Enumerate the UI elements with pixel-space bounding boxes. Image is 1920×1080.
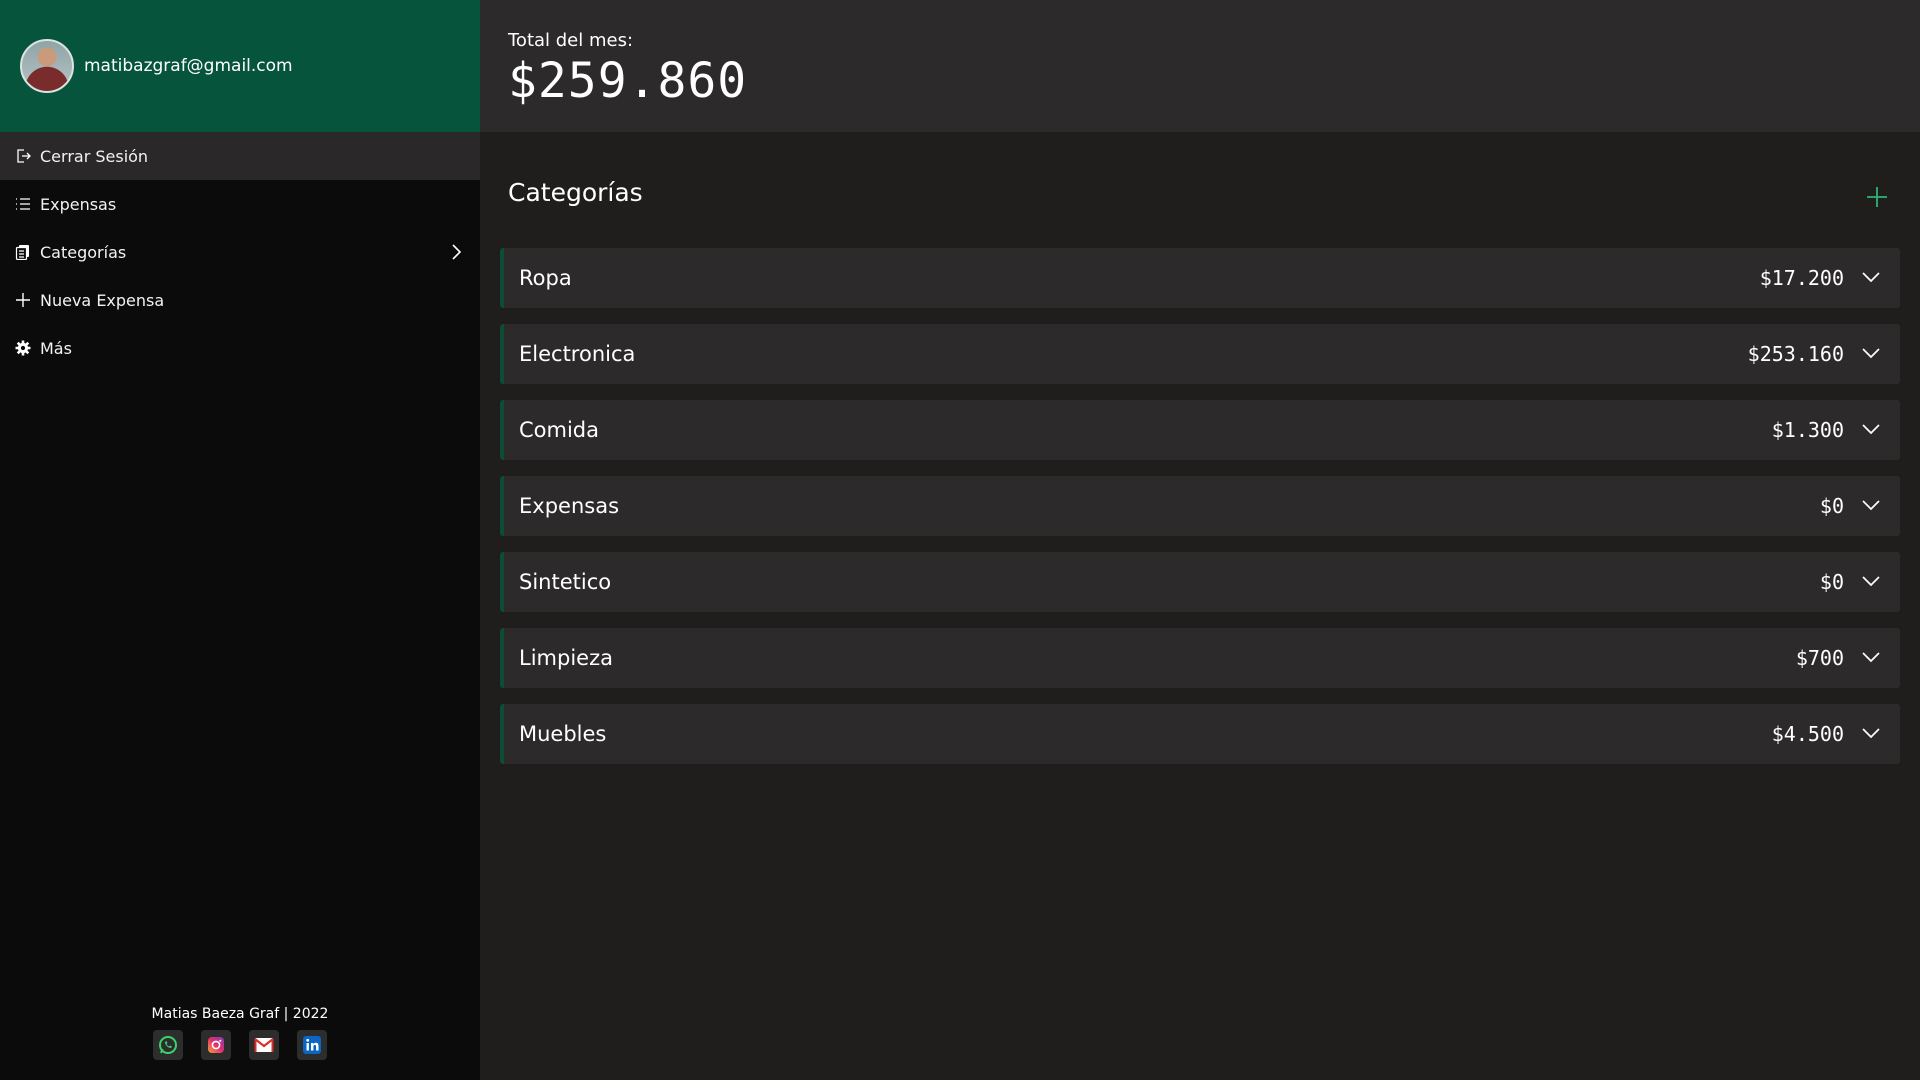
sidebar-item-cerrar-sesion[interactable]: Cerrar Sesión bbox=[0, 132, 480, 180]
chevron-down-icon[interactable] bbox=[1860, 646, 1882, 668]
categories-header: Categorías bbox=[480, 132, 1920, 248]
user-email: matibazgraf@gmail.com bbox=[84, 56, 293, 76]
category-row[interactable]: Ropa $17.200 bbox=[500, 248, 1900, 308]
category-name: Expensas bbox=[519, 494, 620, 518]
sidebar-item-expensas[interactable]: Expensas bbox=[0, 180, 480, 228]
category-row[interactable]: Comida $1.300 bbox=[500, 400, 1900, 460]
chevron-down-icon[interactable] bbox=[1860, 570, 1882, 592]
instagram-icon[interactable] bbox=[201, 1030, 231, 1060]
footer-credit: Matias Baeza Graf | 2022 bbox=[151, 1006, 329, 1022]
avatar bbox=[20, 39, 74, 93]
gmail-icon[interactable] bbox=[249, 1030, 279, 1060]
category-name: Ropa bbox=[519, 266, 572, 290]
page-title: Categorías bbox=[508, 178, 643, 207]
document-icon bbox=[14, 243, 32, 261]
sidebar-item-label: Más bbox=[40, 338, 72, 358]
category-name: Limpieza bbox=[519, 646, 613, 670]
whatsapp-icon[interactable] bbox=[153, 1030, 183, 1060]
sidebar-item-label: Expensas bbox=[40, 194, 117, 214]
category-name: Comida bbox=[519, 418, 600, 442]
category-name: Sintetico bbox=[519, 570, 612, 594]
sidebar-nav: Cerrar Sesión Expensas Categorías Nueva … bbox=[0, 132, 480, 372]
plus-icon bbox=[14, 291, 32, 309]
profile-header: matibazgraf@gmail.com bbox=[0, 0, 480, 132]
category-amount: $700 bbox=[1795, 646, 1844, 670]
category-name: Muebles bbox=[519, 722, 607, 746]
total-value: $259.860 bbox=[508, 53, 748, 109]
sidebar-item-label: Categorías bbox=[40, 242, 127, 262]
chevron-down-icon[interactable] bbox=[1860, 418, 1882, 440]
linkedin-icon[interactable] bbox=[297, 1030, 327, 1060]
chevron-down-icon[interactable] bbox=[1860, 494, 1882, 516]
sidebar-item-categorias[interactable]: Categorías bbox=[0, 228, 480, 276]
category-amount: $253.160 bbox=[1747, 342, 1844, 366]
category-row[interactable]: Limpieza $700 bbox=[500, 628, 1900, 688]
category-row[interactable]: Electronica $253.160 bbox=[500, 324, 1900, 384]
category-row[interactable]: Muebles $4.500 bbox=[500, 704, 1900, 764]
category-amount: $17.200 bbox=[1759, 266, 1844, 290]
category-amount: $0 bbox=[1819, 494, 1844, 518]
category-amount: $0 bbox=[1819, 570, 1844, 594]
category-row[interactable]: Sintetico $0 bbox=[500, 552, 1900, 612]
logout-icon bbox=[14, 147, 32, 165]
category-amount: $4.500 bbox=[1771, 722, 1844, 746]
total-label: Total del mes: bbox=[508, 30, 634, 51]
sidebar-item-label: Nueva Expensa bbox=[40, 290, 165, 310]
sidebar-item-label: Cerrar Sesión bbox=[40, 146, 149, 166]
category-name: Electronica bbox=[519, 342, 636, 366]
category-row[interactable]: Expensas $0 bbox=[500, 476, 1900, 536]
chevron-down-icon[interactable] bbox=[1860, 722, 1882, 744]
category-list: Ropa $17.200 Electronica $253.160 Comida $1.3… bbox=[480, 248, 1920, 764]
main-content: Total del mes: $259.860 Categorías Ropa $… bbox=[480, 0, 1920, 1080]
chevron-right-icon bbox=[452, 244, 462, 260]
category-amount: $1.300 bbox=[1771, 418, 1844, 442]
add-category-button[interactable] bbox=[1864, 184, 1890, 210]
gear-icon bbox=[14, 339, 32, 357]
social-links bbox=[0, 1030, 480, 1060]
chevron-down-icon[interactable] bbox=[1860, 342, 1882, 364]
sidebar: matibazgraf@gmail.com Cerrar Sesión Expe… bbox=[0, 0, 480, 1080]
plus-icon bbox=[1867, 187, 1887, 207]
monthly-total-header: Total del mes: $259.860 bbox=[480, 0, 1920, 132]
sidebar-item-mas[interactable]: Más bbox=[0, 324, 480, 372]
chevron-down-icon[interactable] bbox=[1860, 266, 1882, 288]
list-icon bbox=[14, 195, 32, 213]
sidebar-footer: Matias Baeza Graf | 2022 bbox=[0, 1000, 480, 1080]
sidebar-item-nueva-expensa[interactable]: Nueva Expensa bbox=[0, 276, 480, 324]
